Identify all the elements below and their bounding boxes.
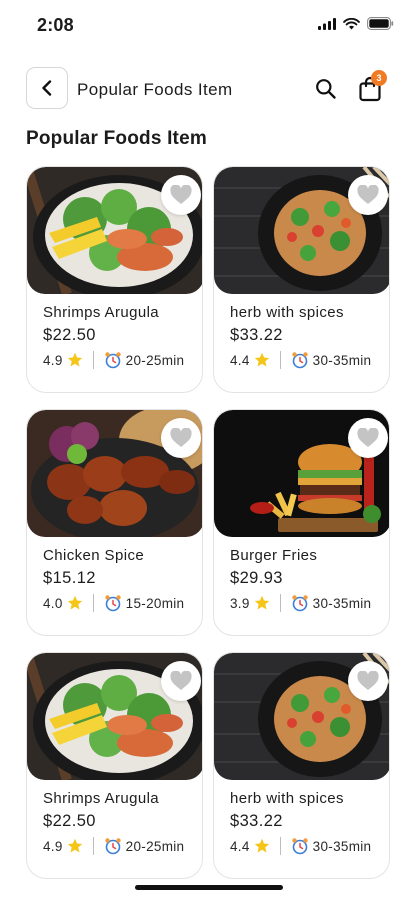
alarm-clock-icon	[104, 838, 121, 855]
food-rating: 4.0	[43, 595, 63, 611]
food-price: $22.50	[43, 326, 96, 344]
food-name: Shrimps Arugula	[43, 790, 160, 807]
food-image-noodle-plate[interactable]	[214, 167, 389, 294]
food-price: $22.50	[43, 812, 96, 830]
food-card[interactable]: herb with spices $33.22 4.4 30-35min	[213, 652, 390, 879]
food-card[interactable]: Shrimps Arugula $22.50 4.9 20-25min	[26, 166, 203, 393]
meta-divider	[92, 837, 94, 855]
search-icon	[316, 79, 336, 99]
food-image-shrimp-bowl[interactable]	[27, 167, 202, 294]
star-icon	[67, 595, 82, 610]
food-delivery-time: 30-35min	[312, 838, 372, 854]
wifi-icon	[343, 17, 360, 29]
alarm-clock-icon	[104, 595, 121, 612]
alarm-clock-icon	[291, 352, 308, 369]
heart-icon	[357, 428, 379, 447]
header: Popular Foods Item	[0, 66, 416, 112]
food-rating: 4.4	[230, 352, 250, 368]
section-title: Popular Foods Item	[26, 128, 207, 149]
meta-divider	[92, 351, 94, 369]
food-card[interactable]: Burger Fries $29.93 3.9 30-35min	[213, 409, 390, 636]
food-meta: 4.4 30-35min	[230, 836, 371, 856]
meta-divider	[92, 594, 94, 612]
food-image-noodle-plate[interactable]	[214, 653, 389, 780]
food-delivery-time: 20-25min	[125, 352, 185, 368]
favorite-button[interactable]	[161, 175, 201, 215]
search-button[interactable]	[314, 77, 338, 101]
chevron-left-icon	[42, 80, 52, 96]
star-icon	[67, 838, 82, 853]
signal-icon	[318, 17, 336, 30]
food-meta: 4.9 20-25min	[43, 836, 184, 856]
food-name: herb with spices	[230, 790, 344, 807]
food-price: $15.12	[43, 569, 96, 587]
meta-divider	[279, 594, 281, 612]
meta-divider	[279, 351, 281, 369]
battery-icon	[367, 17, 394, 30]
food-meta: 3.9 30-35min	[230, 593, 371, 613]
status-time: 2:08	[37, 15, 74, 35]
food-delivery-time: 20-25min	[125, 838, 185, 854]
favorite-button[interactable]	[161, 418, 201, 458]
food-rating: 3.9	[230, 595, 250, 611]
cart-count-badge: 3	[371, 70, 387, 86]
food-rating: 4.4	[230, 838, 250, 854]
food-card[interactable]: Chicken Spice $15.12 4.0 15-20min	[26, 409, 203, 636]
heart-icon	[170, 428, 192, 447]
back-button[interactable]	[26, 67, 68, 109]
food-rating: 4.9	[43, 838, 63, 854]
star-icon	[254, 838, 269, 853]
favorite-button[interactable]	[161, 661, 201, 701]
alarm-clock-icon	[104, 352, 121, 369]
food-delivery-time: 30-35min	[312, 352, 372, 368]
favorite-button[interactable]	[348, 418, 388, 458]
food-grid: Shrimps Arugula $22.50 4.9 20-25min herb…	[26, 166, 390, 879]
status-icons	[318, 17, 394, 30]
food-meta: 4.4 30-35min	[230, 350, 371, 370]
heart-icon	[170, 185, 192, 204]
alarm-clock-icon	[291, 595, 308, 612]
food-card[interactable]: Shrimps Arugula $22.50 4.9 20-25min	[26, 652, 203, 879]
food-image-chicken-plate[interactable]	[27, 410, 202, 537]
food-image-burger-fries[interactable]	[214, 410, 389, 537]
food-delivery-time: 30-35min	[312, 595, 372, 611]
food-card[interactable]: herb with spices $33.22 4.4 30-35min	[213, 166, 390, 393]
star-icon	[254, 352, 269, 367]
status-bar: 2:08	[0, 0, 416, 50]
food-price: $29.93	[230, 569, 283, 587]
meta-divider	[279, 837, 281, 855]
food-price: $33.22	[230, 326, 283, 344]
page-title: Popular Foods Item	[77, 80, 233, 99]
food-name: Shrimps Arugula	[43, 304, 160, 321]
food-meta: 4.0 15-20min	[43, 593, 184, 613]
heart-icon	[170, 671, 192, 690]
food-name: Burger Fries	[230, 547, 318, 564]
food-delivery-time: 15-20min	[125, 595, 185, 611]
food-price: $33.22	[230, 812, 283, 830]
food-name: herb with spices	[230, 304, 344, 321]
favorite-button[interactable]	[348, 175, 388, 215]
food-name: Chicken Spice	[43, 547, 145, 564]
home-indicator[interactable]	[135, 885, 283, 890]
food-rating: 4.9	[43, 352, 63, 368]
alarm-clock-icon	[291, 838, 308, 855]
star-icon	[254, 595, 269, 610]
heart-icon	[357, 671, 379, 690]
heart-icon	[357, 185, 379, 204]
food-image-shrimp-bowl[interactable]	[27, 653, 202, 780]
star-icon	[67, 352, 82, 367]
food-meta: 4.9 20-25min	[43, 350, 184, 370]
favorite-button[interactable]	[348, 661, 388, 701]
